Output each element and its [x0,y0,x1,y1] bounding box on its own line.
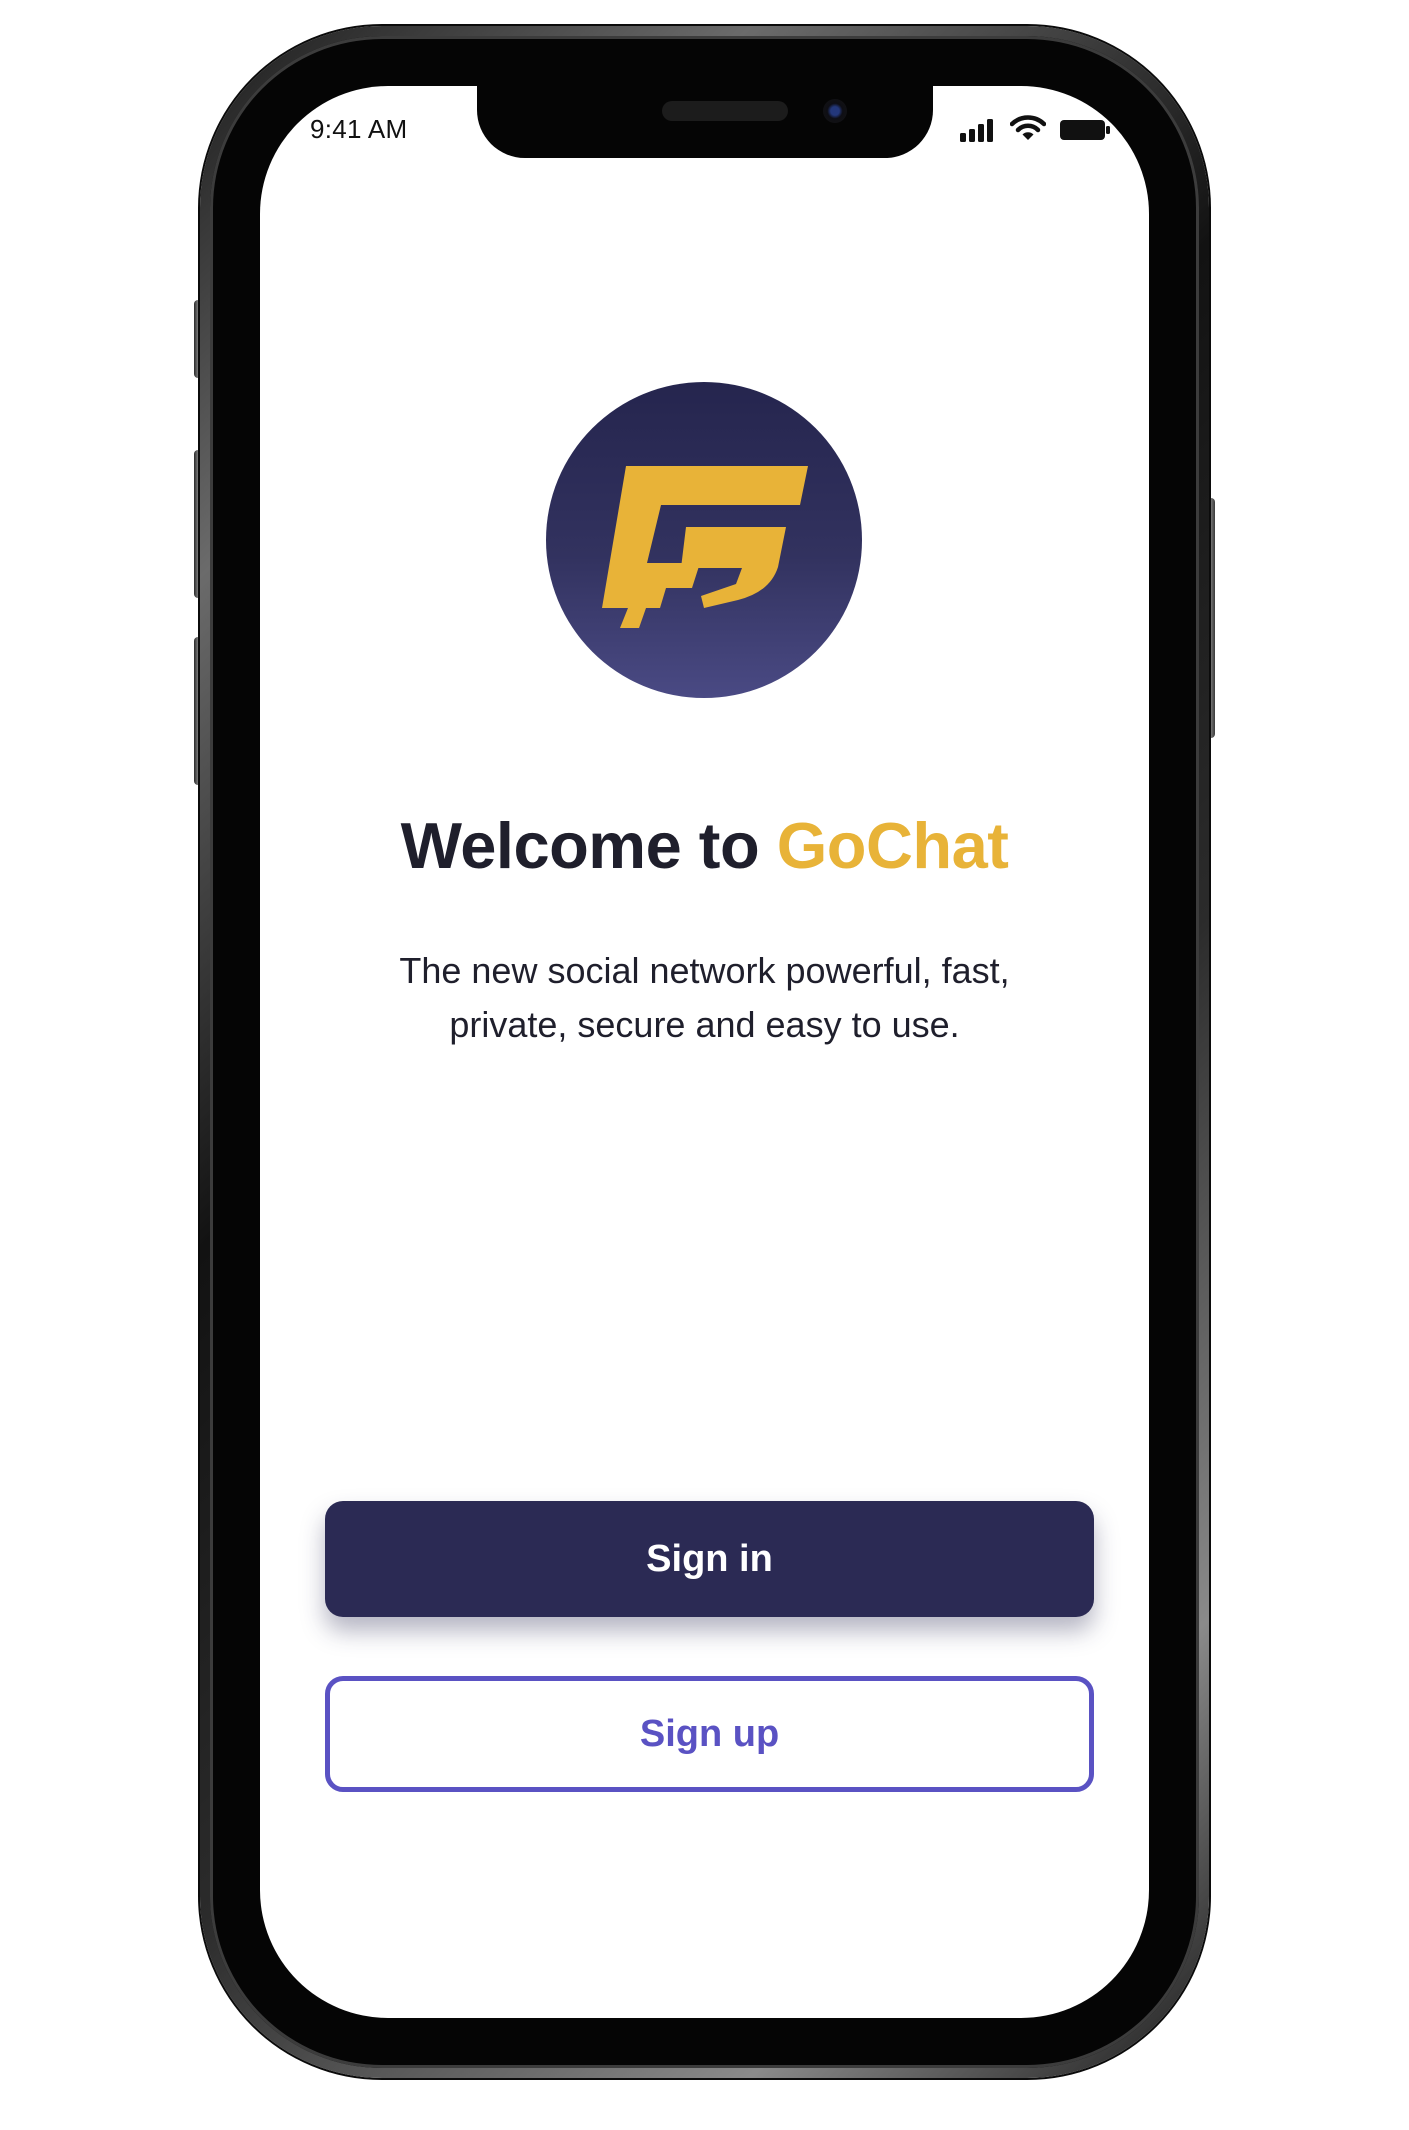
sign-in-button[interactable]: Sign in [325,1501,1094,1617]
notch [477,86,933,158]
gochat-logo-icon [602,466,808,628]
welcome-prefix: Welcome to [400,809,760,882]
cellular-signal-icon [960,119,993,142]
welcome-title: Welcome to GoChat [260,808,1149,883]
sign-up-button[interactable]: Sign up [325,1676,1094,1792]
wifi-icon [1010,115,1046,140]
status-time: 9:41 AM [310,114,408,144]
sign-in-label: Sign in [646,1537,773,1580]
sign-up-label: Sign up [639,1712,780,1755]
brand-name: GoChat [776,809,1009,882]
tagline: The new social network powerful, fast, p… [399,950,1010,1045]
front-camera [823,99,847,123]
battery-icon [1060,120,1110,140]
gochat-logo [546,382,862,698]
phone-screen: 9:41 AM Welcome to GoChat The new social… [260,86,1149,2018]
phone-frame: 9:41 AM Welcome to GoChat The new social… [200,26,1209,2078]
speaker-grille [662,101,788,121]
